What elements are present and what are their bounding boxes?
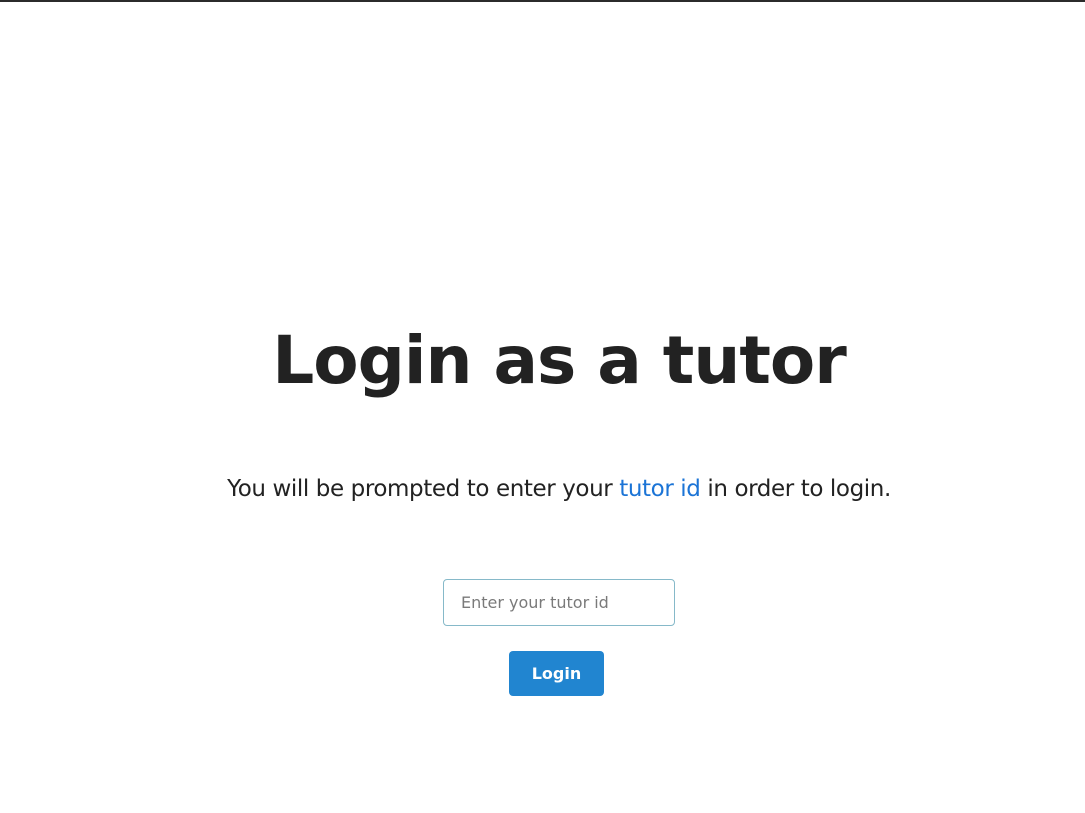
tutor-id-highlight: tutor id xyxy=(619,476,701,502)
page-title: Login as a tutor xyxy=(272,322,847,399)
instructions-text-start: You will be prompted to enter your xyxy=(227,476,620,502)
login-button[interactable]: Login xyxy=(509,651,604,696)
top-border xyxy=(0,0,1085,2)
login-instructions: You will be prompted to enter your tutor… xyxy=(0,472,1085,506)
tutor-id-input[interactable] xyxy=(443,579,675,626)
instructions-text-end: in order to login. xyxy=(700,476,891,502)
